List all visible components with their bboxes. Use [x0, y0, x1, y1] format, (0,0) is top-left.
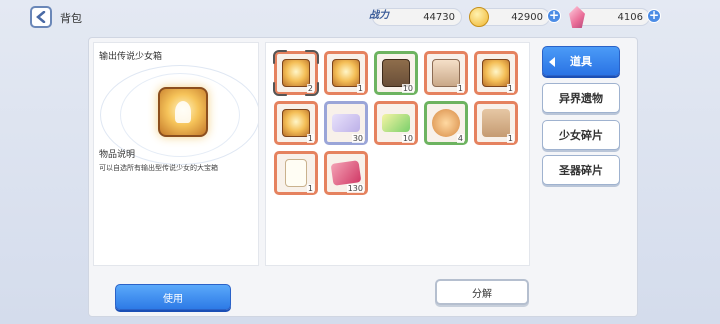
inventory-slot[interactable]: 1 — [474, 101, 518, 145]
power-value: 44730 — [423, 11, 455, 23]
inventory-slot[interactable]: 30 — [324, 101, 368, 145]
coins-value: 42900 — [511, 11, 543, 23]
tab-label: 异界遗物 — [559, 92, 603, 105]
item-count: 4 — [456, 134, 464, 143]
item-count: 1 — [506, 134, 514, 143]
tab-label: 圣器碎片 — [559, 164, 603, 177]
legend-box-icon — [282, 109, 310, 137]
inventory-slot[interactable]: 10 — [374, 51, 418, 95]
tab-items[interactable]: 道具 — [542, 46, 620, 76]
split-button[interactable]: 分解 — [435, 279, 529, 305]
description-title: 物品说明 — [99, 150, 136, 160]
inventory-slot[interactable]: 1 — [274, 151, 318, 195]
add-gems-button[interactable]: + — [647, 9, 661, 23]
tab-relics[interactable]: 异界遗物 — [542, 83, 620, 113]
back-arrow-icon — [36, 11, 46, 23]
gems-value: 4106 — [617, 11, 643, 23]
category-tabs: 道具 异界遗物 少女碎片 圣器碎片 — [536, 42, 635, 314]
use-button[interactable]: 使用 — [115, 284, 231, 310]
item-count: 1 — [306, 134, 314, 143]
page-title: 背包 — [60, 12, 82, 25]
bag-panel: 输出传说少女箱 物品说明 可以自选所有输出型传说少女的大宝箱 2 1 10 1 … — [88, 37, 638, 317]
item-count: 1 — [306, 184, 314, 193]
legend-box-icon — [482, 59, 510, 87]
inventory-slot[interactable]: 130 — [324, 151, 368, 195]
inventory-slot[interactable]: 10 — [374, 101, 418, 145]
coin-icon — [469, 7, 489, 27]
green-ticket-icon — [382, 114, 410, 132]
inventory-grid: 2 1 10 1 1 1 30 10 4 1 1 130 — [265, 42, 530, 266]
inventory-slot[interactable]: 1 — [274, 101, 318, 145]
gems-display: 4106 — [569, 6, 650, 28]
power-label: 战力 — [369, 10, 389, 21]
item-count: 1 — [456, 84, 464, 93]
parcel-icon — [482, 109, 510, 137]
back-button[interactable] — [30, 6, 52, 28]
tab-label: 少女碎片 — [559, 129, 603, 142]
inventory-slot[interactable]: 1 — [424, 51, 468, 95]
item-detail: 输出传说少女箱 物品说明 可以自选所有输出型传说少女的大宝箱 — [93, 42, 259, 266]
gem-icon — [569, 6, 585, 28]
purple-ticket-icon — [332, 114, 360, 132]
item-count: 2 — [306, 84, 314, 93]
legend-box-icon — [332, 59, 360, 87]
inventory-slot[interactable]: 1 — [324, 51, 368, 95]
item-count: 1 — [356, 84, 364, 93]
item-count: 1 — [506, 84, 514, 93]
add-coins-button[interactable]: + — [547, 9, 561, 23]
document-icon — [285, 159, 307, 187]
item-count: 30 — [351, 134, 364, 143]
item-count: 130 — [346, 184, 364, 193]
treasure-chest-icon — [382, 59, 410, 87]
medkit-chest-icon — [432, 59, 460, 87]
legend-box-icon — [282, 59, 310, 87]
tab-artifact-shards[interactable]: 圣器碎片 — [542, 155, 620, 185]
tab-arrow-icon — [549, 57, 555, 67]
item-name: 输出传说少女箱 — [99, 52, 163, 62]
legend-box-icon — [158, 87, 208, 137]
inventory-slot[interactable]: 4 — [424, 101, 468, 145]
tab-label: 道具 — [570, 55, 592, 68]
coins-display: 42900 — [469, 7, 550, 27]
item-count: 10 — [401, 134, 414, 143]
power-display: 战力 44730 — [369, 8, 462, 26]
tab-girl-shards[interactable]: 少女碎片 — [542, 120, 620, 150]
cloth-icon — [330, 160, 362, 186]
inventory-slot[interactable]: 2 — [273, 50, 319, 96]
coins-icon — [432, 109, 460, 137]
description-text: 可以自选所有输出型传说少女的大宝箱 — [99, 164, 218, 172]
inventory-slot[interactable]: 1 — [474, 51, 518, 95]
item-count: 10 — [401, 84, 414, 93]
